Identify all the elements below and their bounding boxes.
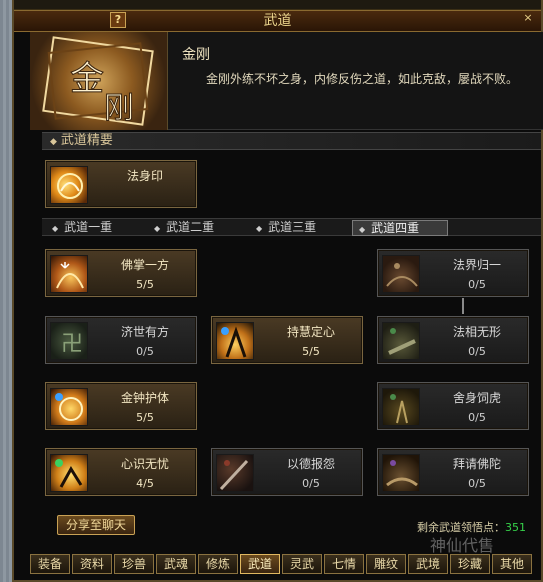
tab-label: 武道二重 [166, 220, 215, 234]
skill-name: 济世有方 [120, 325, 169, 339]
skill-level: 5/5 [136, 411, 154, 424]
swastika-icon: 卍 [50, 322, 88, 360]
skill-name: 拜请佛陀 [452, 457, 501, 471]
skill-level: 0/5 [302, 477, 320, 490]
diamond-icon: ◆ [50, 137, 57, 147]
seal-icon [50, 166, 88, 204]
skill-header: 金 刚 金刚 金刚外练不坏之身，内修反伤之道，如此克敌，屡战不败。 [30, 32, 543, 130]
tier-tabs: ◆ 武道一重 ◆ 武道二重 ◆ 武道三重 ◆ 武道四重 [42, 218, 541, 236]
skill-name: 金刚 [182, 47, 210, 63]
bottom-tab-wuhun[interactable]: 武魂 [156, 554, 196, 574]
skill-name: 心识无忧 [120, 457, 169, 471]
mind-icon [50, 454, 88, 492]
skill-level: 0/5 [468, 278, 486, 291]
share-to-chat-button[interactable]: 分享至聊天 [57, 515, 135, 535]
help-button[interactable]: ? [110, 12, 126, 28]
svg-text:金: 金 [70, 59, 104, 99]
skill-level: 0/5 [468, 411, 486, 424]
tab-diamond-icon: ◆ [52, 224, 59, 233]
tab-diamond-icon: ◆ [359, 225, 366, 234]
prayer-icon [382, 454, 420, 492]
tab-diamond-icon: ◆ [154, 224, 161, 233]
skill-slot-jinzhong[interactable]: 金钟护体 5/5 [45, 382, 197, 430]
skill-slot-yide[interactable]: 以德报怨 0/5 [211, 448, 363, 496]
tab-label: 武道四重 [371, 221, 420, 235]
skill-level: 5/5 [302, 345, 320, 358]
skill-slot-baiqing[interactable]: 拜请佛陀 0/5 [377, 448, 529, 496]
tab-tier-2[interactable]: ◆ 武道二重 [148, 219, 248, 235]
points-value: 351 [505, 521, 526, 534]
window-title: 武道 [14, 10, 541, 32]
jingang-emblem-icon: 金 刚 [30, 32, 168, 130]
tab-tier-3[interactable]: ◆ 武道三重 [250, 219, 350, 235]
bottom-tab-bar: 装备 资料 珍兽 武魂 修炼 武道 灵武 七情 雕纹 武境 珍藏 其他 [30, 554, 543, 576]
bottom-tab-other[interactable]: 其他 [492, 554, 532, 574]
window-top-strip [14, 0, 541, 10]
skill-level: 0/5 [468, 477, 486, 490]
bottom-tab-profile[interactable]: 资料 [72, 554, 112, 574]
bottom-tab-lingwu[interactable]: 灵武 [282, 554, 322, 574]
essential-skill-slot[interactable]: 法身印 [45, 160, 197, 208]
skill-name: 持慧定心 [286, 325, 335, 339]
skill-slot-sheshen[interactable]: 舍身饲虎 0/5 [377, 382, 529, 430]
skill-name: 以德报怨 [286, 457, 335, 471]
realm-icon [382, 255, 420, 293]
tab-tier-1[interactable]: ◆ 武道一重 [46, 219, 146, 235]
bottom-tab-wudao[interactable]: 武道 [240, 554, 280, 574]
skill-description: 金刚外练不坏之身，内修反伤之道，如此克敌，屡战不败。 [206, 72, 519, 86]
svg-text:刚: 刚 [104, 91, 134, 126]
sacrifice-icon [382, 388, 420, 426]
bottom-tab-engrave[interactable]: 雕纹 [366, 554, 406, 574]
skill-level: 5/5 [136, 278, 154, 291]
skill-slot-jishi[interactable]: 卍 济世有方 0/5 [45, 316, 197, 364]
essentials-title: 武道精要 [60, 133, 113, 148]
skill-slot-xinshi[interactable]: 心识无忧 4/5 [45, 448, 197, 496]
tab-tier-4[interactable]: ◆ 武道四重 [352, 220, 448, 236]
tab-label: 武道一重 [64, 220, 113, 234]
skill-level: 0/5 [468, 345, 486, 358]
wudao-window: 武道 ? × 金 刚 金刚 金刚外练不坏之身，内修反伤之道，如此克敌，屡战不败。… [12, 0, 543, 582]
skill-slot-faxiang[interactable]: 法相无形 0/5 [377, 316, 529, 364]
skill-name: 佛掌一方 [120, 258, 169, 272]
skill-name: 舍身饲虎 [452, 391, 501, 405]
virtue-icon [216, 454, 254, 492]
skill-name: 法相无形 [452, 325, 501, 339]
bottom-tab-pets[interactable]: 珍兽 [114, 554, 154, 574]
skill-level: 4/5 [136, 477, 154, 490]
svg-text:卍: 卍 [61, 332, 83, 357]
skill-slot-fajie[interactable]: 法界归一 0/5 [377, 249, 529, 297]
bottom-tab-training[interactable]: 修炼 [198, 554, 238, 574]
essential-skill-name: 法身印 [126, 169, 163, 183]
skill-name: 金钟护体 [120, 391, 169, 405]
tab-label: 武道三重 [268, 220, 317, 234]
bell-shield-icon [50, 388, 88, 426]
skill-level: 0/5 [136, 345, 154, 358]
bottom-tab-wujing[interactable]: 武境 [408, 554, 448, 574]
bottom-tab-collection[interactable]: 珍藏 [450, 554, 490, 574]
close-button[interactable]: × [521, 11, 535, 25]
palm-icon [50, 255, 88, 293]
wisdom-icon [216, 322, 254, 360]
formless-icon [382, 322, 420, 360]
skill-name: 法界归一 [452, 258, 501, 272]
essentials-header: ◆ 武道精要 [42, 132, 541, 150]
bottom-tab-equipment[interactable]: 装备 [30, 554, 70, 574]
tab-diamond-icon: ◆ [256, 224, 263, 233]
skill-connector [462, 298, 464, 314]
skill-slot-chihui[interactable]: 持慧定心 5/5 [211, 316, 363, 364]
bottom-tab-qiqing[interactable]: 七情 [324, 554, 364, 574]
skill-slot-fozhang[interactable]: 佛掌一方 5/5 [45, 249, 197, 297]
watermark: 神仙代售 [430, 536, 495, 555]
